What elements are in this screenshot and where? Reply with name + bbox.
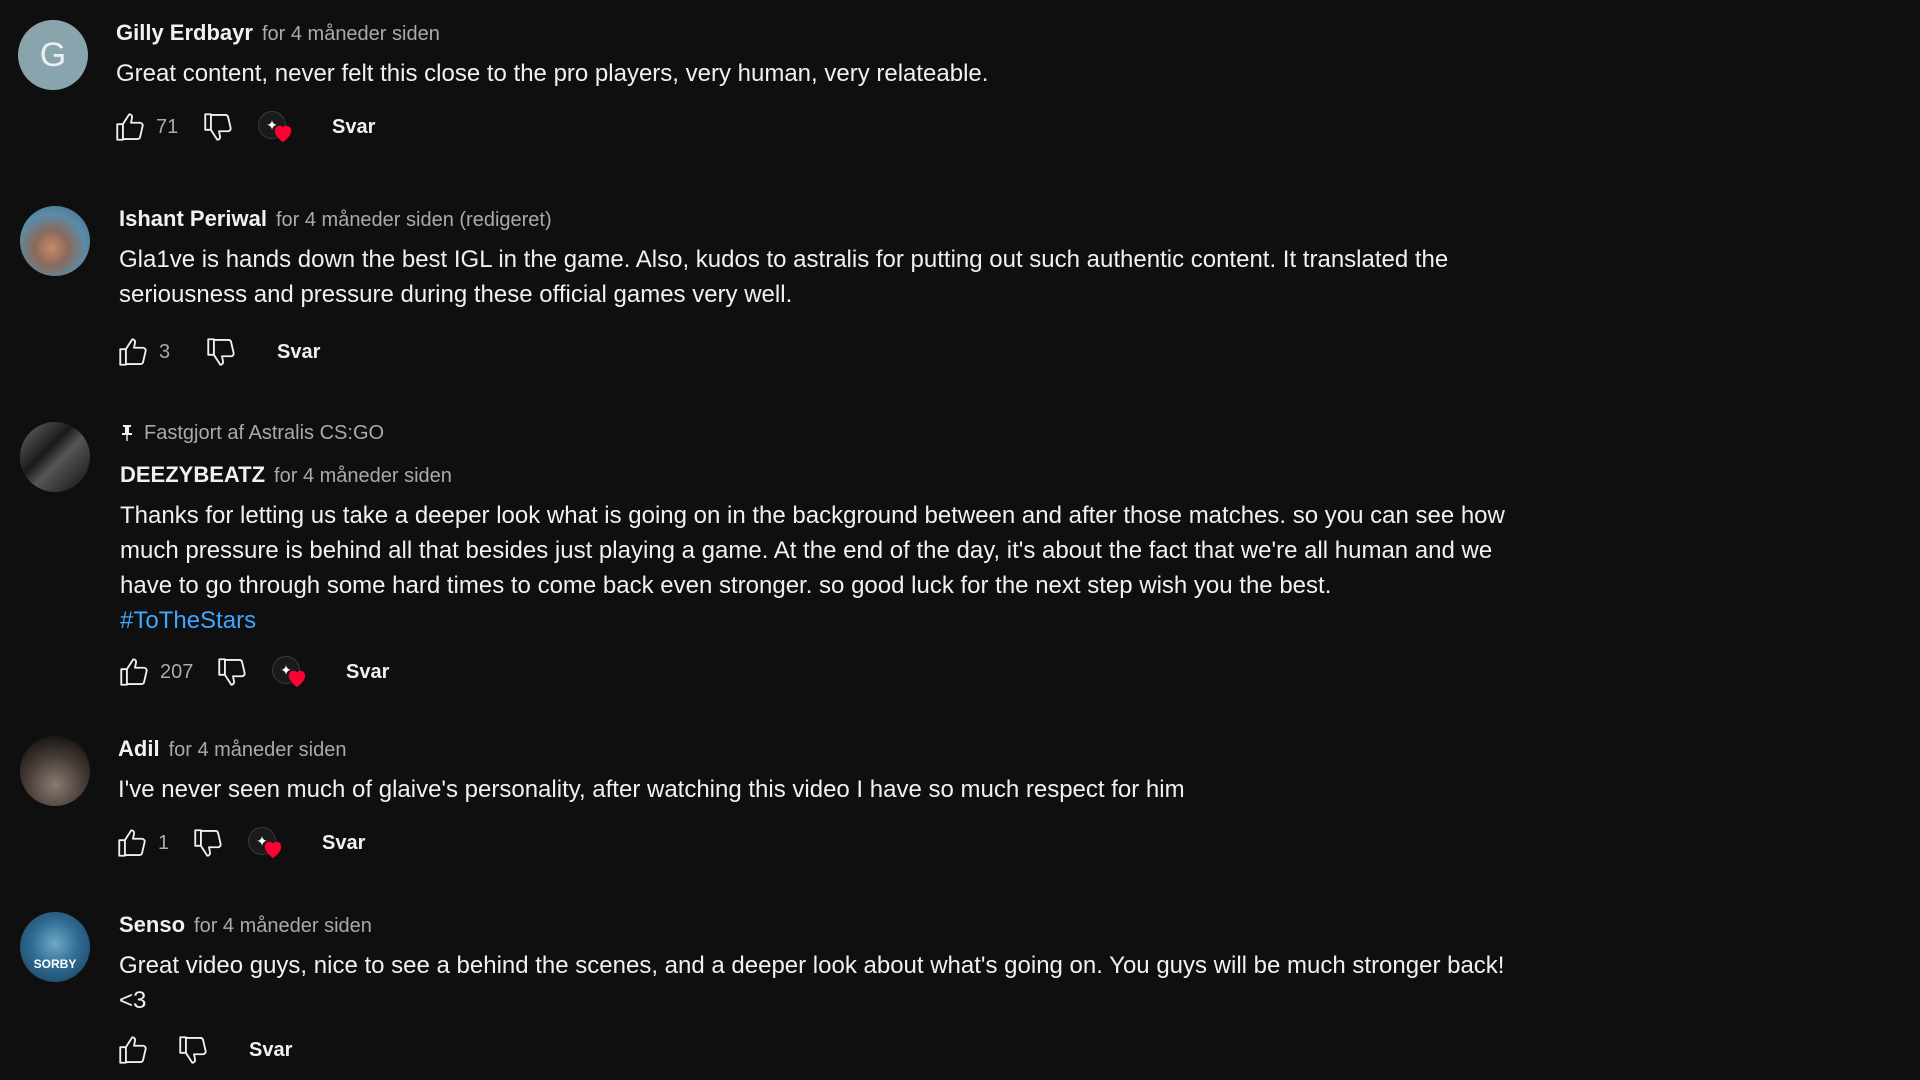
- dislike-button[interactable]: [212, 652, 252, 692]
- creator-heart[interactable]: ✦: [270, 652, 310, 692]
- dislike-button[interactable]: [173, 1030, 213, 1070]
- comment-text: Thanks for letting us take a deeper look…: [120, 498, 1540, 638]
- avatar[interactable]: [20, 422, 90, 492]
- pinned-indicator: Fastgjort af Astralis CS:GO: [120, 418, 1600, 448]
- comment-text: Great video guys, nice to see a behind t…: [119, 952, 1505, 1014]
- comment-timestamp[interactable]: for 4 måneder siden: [194, 915, 372, 938]
- thumbs-down-icon: [179, 1036, 207, 1064]
- comment-timestamp[interactable]: for 4 måneder siden: [274, 465, 452, 488]
- comment-author[interactable]: DEEZYBEATZ: [120, 462, 265, 488]
- thumbs-up-icon: [119, 338, 147, 366]
- thumbs-down-icon: [218, 658, 246, 686]
- heart-icon: [288, 670, 306, 688]
- comment-actions: 207 ✦ Svar: [120, 650, 1600, 694]
- comment-text-body: Thanks for letting us take a deeper look…: [120, 502, 1505, 599]
- like-count: 3: [159, 340, 171, 363]
- dislike-button[interactable]: [201, 332, 241, 372]
- reply-button[interactable]: Svar: [334, 653, 401, 692]
- thumbs-down-icon: [204, 113, 232, 141]
- thumbs-up-icon: [116, 113, 144, 141]
- avatar[interactable]: SORBY: [20, 912, 90, 982]
- comment-text: I've never seen much of glaive's persona…: [118, 776, 1185, 803]
- comment-actions: 71 ✦ Svar: [116, 105, 1600, 149]
- reply-button[interactable]: Svar: [237, 1031, 304, 1070]
- reply-button[interactable]: Svar: [310, 824, 377, 863]
- comment-text: Great content, never felt this close to …: [116, 60, 989, 87]
- comment-actions: Svar: [119, 1028, 1600, 1072]
- heart-icon: [274, 125, 292, 143]
- avatar-letter: G: [39, 36, 67, 74]
- thumbs-down-icon: [207, 338, 235, 366]
- avatar-logo-icon: SORBY: [33, 957, 77, 971]
- comment-timestamp[interactable]: for 4 måneder siden: [262, 23, 440, 46]
- like-count: 71: [156, 115, 179, 138]
- comment-timestamp[interactable]: for 4 måneder siden: [169, 739, 347, 762]
- heart-icon: [264, 841, 282, 859]
- avatar[interactable]: G: [18, 20, 88, 90]
- pinned-label: Fastgjort af Astralis CS:GO: [144, 421, 385, 444]
- like-count: 207: [160, 660, 194, 683]
- like-button[interactable]: [113, 1030, 153, 1070]
- like-button[interactable]: [112, 823, 152, 863]
- dislike-button[interactable]: [198, 107, 238, 147]
- reply-button[interactable]: Svar: [265, 333, 332, 372]
- like-count: 1: [158, 831, 170, 854]
- comments-list: G Gilly Erdbayr for 4 måneder siden Grea…: [0, 0, 1920, 1080]
- dislike-button[interactable]: [188, 823, 228, 863]
- avatar[interactable]: [20, 736, 90, 806]
- creator-heart[interactable]: ✦: [246, 823, 286, 863]
- thumbs-up-icon: [120, 658, 148, 686]
- comment-author[interactable]: Gilly Erdbayr: [116, 20, 253, 46]
- comment-actions: 3 Svar: [119, 330, 1600, 374]
- like-button[interactable]: [113, 332, 153, 372]
- comment-author[interactable]: Senso: [119, 912, 185, 938]
- creator-heart[interactable]: ✦: [256, 107, 296, 147]
- like-button[interactable]: [114, 652, 154, 692]
- comment-author[interactable]: Ishant Periwal: [119, 206, 267, 232]
- comment-timestamp[interactable]: for 4 måneder siden (redigeret): [276, 209, 552, 232]
- thumbs-up-icon: [118, 829, 146, 857]
- reply-button[interactable]: Svar: [320, 108, 387, 147]
- comment-author[interactable]: Adil: [118, 736, 160, 762]
- thumbs-up-icon: [119, 1036, 147, 1064]
- thumbs-down-icon: [194, 829, 222, 857]
- hashtag-link[interactable]: #ToTheStars: [120, 603, 1540, 638]
- pin-icon: [122, 425, 132, 441]
- comment-text: Gla1ve is hands down the best IGL in the…: [119, 246, 1449, 308]
- comment-actions: 1 ✦ Svar: [118, 821, 1600, 865]
- avatar[interactable]: [20, 206, 90, 276]
- like-button[interactable]: [110, 107, 150, 147]
